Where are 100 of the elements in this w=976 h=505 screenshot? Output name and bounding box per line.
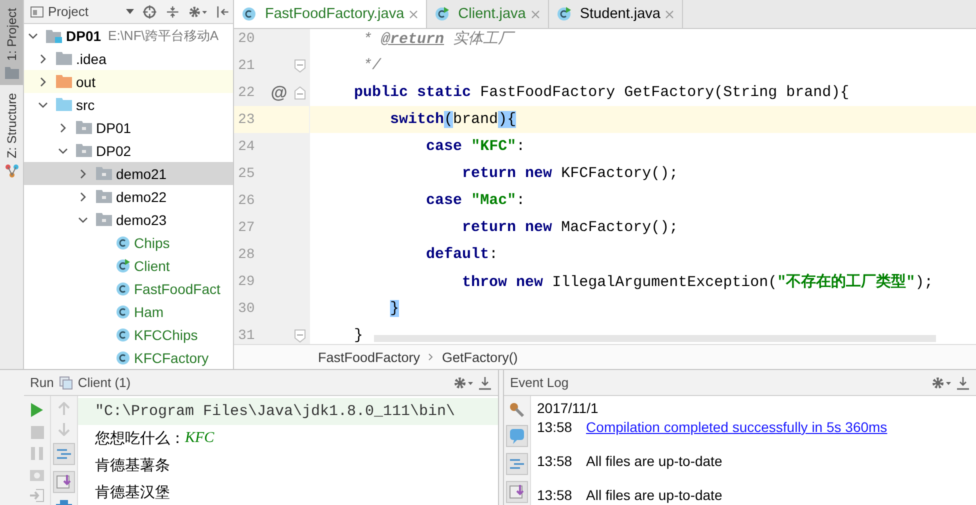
chevron-right-icon[interactable]	[38, 54, 48, 64]
log-time: 13:58	[537, 419, 572, 437]
code-line: }	[353, 327, 364, 344]
collapse-icon[interactable]	[166, 4, 179, 18]
log-link[interactable]: Compilation completed successfully in 5s 360ms	[586, 419, 888, 453]
tree-item[interactable]: DP01	[24, 116, 233, 139]
console-line: 肯德基汉堡	[94, 484, 171, 503]
log-time: 13:58	[537, 453, 572, 471]
item-label: Client	[134, 258, 170, 274]
chevron-right-icon[interactable]	[78, 192, 88, 202]
item-label: KFCChips	[134, 326, 198, 342]
fold-icon[interactable]	[294, 328, 306, 342]
class-icon	[116, 282, 130, 296]
item-label: DP01	[96, 120, 132, 136]
settings-icon[interactable]	[453, 376, 473, 390]
annotation-mark[interactable]: @	[270, 82, 288, 102]
runnable-class-icon	[116, 258, 130, 272]
locate-icon[interactable]	[143, 4, 157, 18]
tool-window-tab[interactable]: 1: Project	[0, 0, 23, 85]
scroll-to-end-icon[interactable]	[507, 482, 527, 502]
tree-item[interactable]: Ham	[24, 300, 233, 323]
folder-icon	[56, 75, 72, 88]
class-icon	[116, 350, 130, 364]
console-icon	[58, 376, 73, 390]
tree-item[interactable]: KFCFactory	[24, 346, 233, 369]
panel-title: Run	[30, 375, 54, 390]
line-number: 24	[237, 138, 256, 154]
line-number: 25	[237, 166, 256, 182]
item-label: Ham	[134, 304, 164, 320]
line-number: 28	[237, 246, 256, 262]
tree-item[interactable]: demo23	[24, 208, 233, 231]
item-label: demo21	[116, 166, 167, 182]
item-label: demo23	[116, 212, 167, 228]
line-number: 21	[237, 58, 256, 74]
item-label: FastFoodFact	[134, 280, 220, 296]
chevron-down-icon[interactable]	[38, 100, 48, 110]
folder-icon	[56, 52, 72, 65]
hide-panel-icon[interactable]	[216, 4, 229, 18]
line-number: 31	[237, 328, 256, 344]
tree-item[interactable]: demo22	[24, 185, 233, 208]
package-icon	[76, 121, 92, 134]
tool-window-tab[interactable]: Z: Structure	[0, 84, 23, 184]
settings-icon[interactable]	[188, 4, 207, 18]
item-label: out	[76, 74, 96, 90]
module-folder-icon	[46, 28, 62, 42]
module-path: E:\NF\跨平台移动A	[108, 26, 219, 44]
wrap-icon[interactable]	[507, 454, 527, 474]
wrap-icon[interactable]	[54, 444, 74, 464]
item-label: DP02	[96, 142, 132, 158]
fold-icon[interactable]	[294, 86, 306, 100]
chevron-down-icon[interactable]	[58, 146, 68, 156]
tree-item[interactable]: DP01 E:\NF\跨平台移动A	[24, 24, 233, 47]
line-number: 29	[237, 274, 256, 290]
line-number: 23	[237, 112, 256, 128]
chevron-down-icon[interactable]	[78, 214, 88, 224]
tree-item[interactable]: .idea	[24, 47, 233, 70]
line-number: 20	[237, 30, 256, 46]
hide-panel-icon[interactable]	[956, 376, 970, 390]
editor-tab[interactable]: Student.java	[548, 0, 684, 28]
item-label: .idea	[76, 50, 106, 66]
code-line: */	[362, 57, 382, 74]
chevron-right-icon[interactable]	[38, 76, 48, 86]
run-config-tab[interactable]: Client (1)	[78, 375, 131, 390]
editor-tab[interactable]: FastFoodFactory.java	[234, 0, 428, 28]
log-message: All files are up-to-date	[586, 487, 722, 505]
run-icon[interactable]	[30, 402, 44, 418]
chevron-down-icon[interactable]	[28, 30, 38, 40]
tree-item[interactable]: DP02	[24, 139, 233, 162]
breadcrumb-item[interactable]: FastFoodFactory	[318, 350, 420, 364]
console-line: 您想吃什么：KFC	[94, 429, 216, 449]
item-label: DP01	[66, 28, 102, 44]
close-icon[interactable]	[530, 10, 540, 18]
tree-item[interactable]: Chips	[24, 231, 233, 254]
tree-item[interactable]: demo21	[24, 162, 233, 185]
settings-icon[interactable]	[931, 376, 951, 390]
code-line: switch(brand){	[389, 111, 516, 128]
view-dropdown[interactable]: Project	[30, 4, 134, 19]
code-line: * @return 实体工厂	[362, 30, 514, 48]
chevron-right-icon[interactable]	[58, 122, 68, 132]
class-icon	[116, 328, 130, 342]
tree-item[interactable]: out	[24, 70, 233, 93]
close-icon[interactable]	[409, 10, 418, 18]
chevron-right-icon[interactable]	[78, 168, 88, 178]
scroll-to-end-icon[interactable]	[54, 472, 74, 492]
editor-tab[interactable]: Client.java	[427, 0, 549, 28]
runnable-class-icon	[556, 7, 571, 21]
scrollbar-thumb[interactable]	[374, 335, 936, 342]
breadcrumb-item[interactable]: GetFactory()	[442, 350, 518, 364]
package-icon	[96, 167, 112, 180]
fold-icon[interactable]	[294, 58, 306, 72]
line-number: 22	[237, 84, 256, 100]
tree-item[interactable]: src	[24, 93, 233, 116]
package-icon	[96, 213, 112, 226]
hide-panel-icon[interactable]	[478, 376, 492, 390]
code-line: return new KFCFactory();	[461, 165, 678, 182]
tree-item[interactable]: Client	[24, 254, 233, 277]
close-icon[interactable]	[665, 10, 674, 18]
tree-item[interactable]: FastFoodFact	[24, 277, 233, 300]
code-line: case "KFC":	[425, 138, 526, 155]
tree-item[interactable]: KFCChips	[24, 323, 233, 346]
